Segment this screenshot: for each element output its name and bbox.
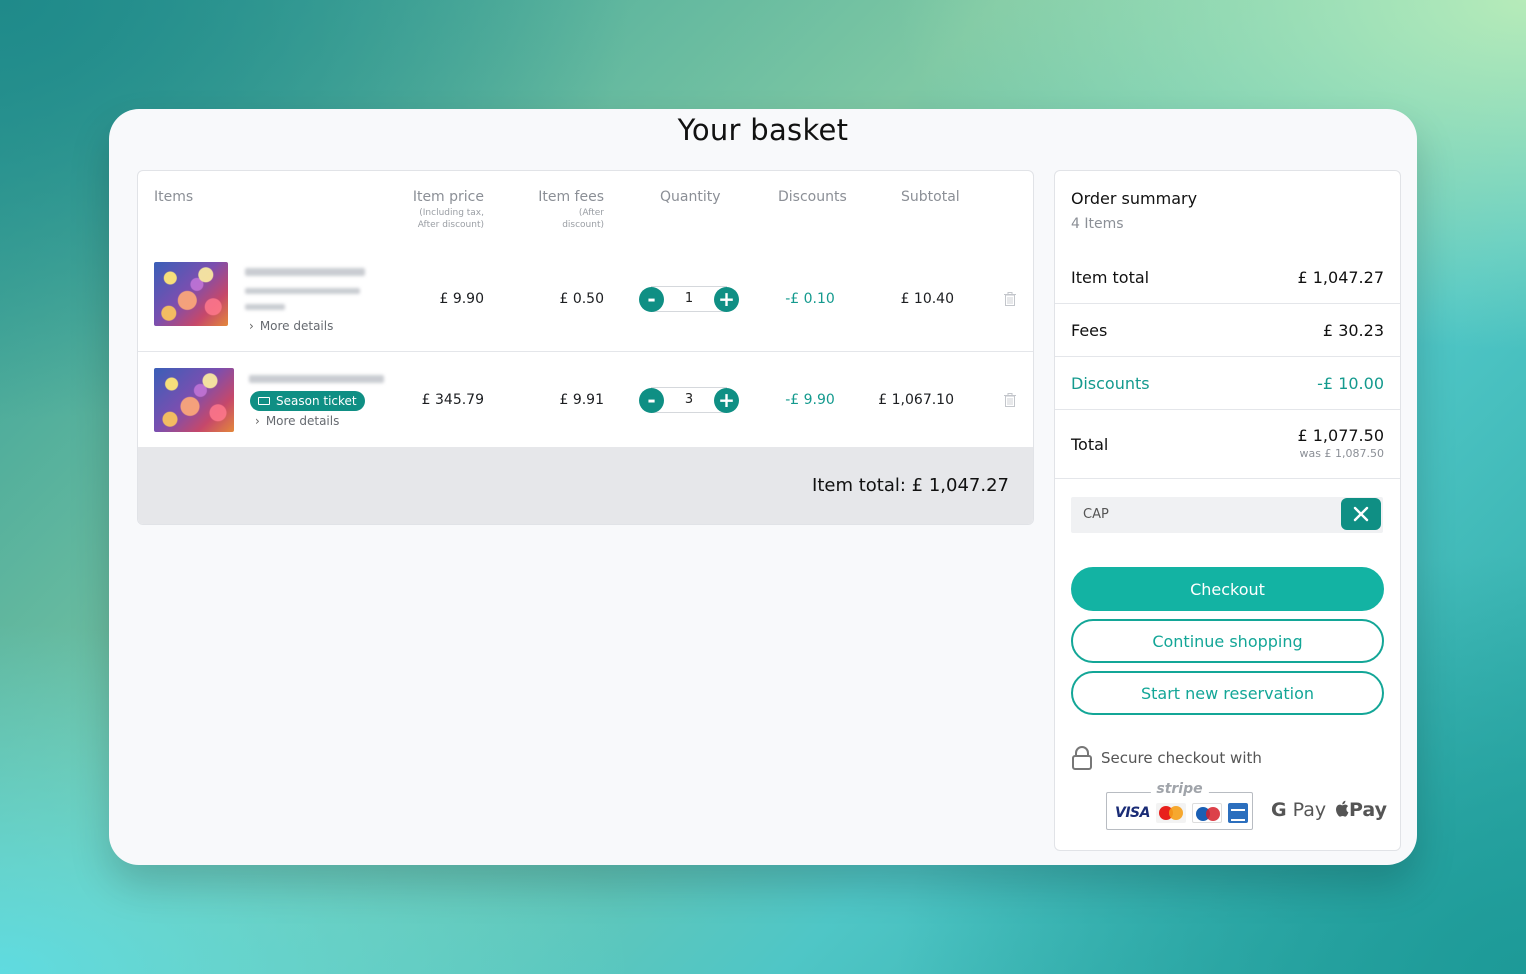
more-details-link[interactable]: › More details <box>249 319 333 333</box>
fees-label: Fees <box>1071 321 1108 340</box>
ticket-icon <box>258 397 270 405</box>
coupon-code: CAP <box>1083 507 1109 522</box>
item-subtotal: £ 10.40 <box>900 291 954 307</box>
fees-value: £ 30.23 <box>1322 321 1384 340</box>
start-new-reservation-button[interactable]: Start new reservation <box>1071 671 1384 715</box>
item-discount: -£ 9.90 <box>785 392 835 408</box>
apple-pay-logo: Pay <box>1335 799 1387 821</box>
header-items: Items <box>154 189 194 205</box>
amex-logo <box>1227 803 1248 823</box>
quantity-stepper: - 1 + <box>639 286 739 312</box>
item-price: £ 345.79 <box>421 392 484 408</box>
item-fees: £ 0.50 <box>559 291 604 307</box>
items-table: Items Item price (Including tax, After d… <box>137 170 1034 525</box>
item-discount: -£ 0.10 <box>785 291 835 307</box>
order-summary: Order summary 4 Items Item total £ 1,047… <box>1054 170 1401 851</box>
header-item-fees: Item fees (After discount) <box>518 189 604 231</box>
order-item-count: 4 Items <box>1071 216 1124 232</box>
season-ticket-badge: Season ticket <box>250 391 365 411</box>
header-item-fees-sub: (After discount) <box>562 208 604 230</box>
total-was-value: was £ 1,087.50 <box>1299 447 1384 460</box>
item-desc-redacted <box>245 288 360 294</box>
total-label: Total <box>1071 435 1109 454</box>
total-value: £ 1,077.50 <box>1297 426 1384 445</box>
stripe-badge: stripe VISA <box>1106 781 1253 830</box>
lock-icon <box>1072 746 1092 770</box>
apple-icon <box>1336 800 1349 817</box>
continue-shopping-button[interactable]: Continue shopping <box>1071 619 1384 663</box>
summary-row-total: Total £ 1,077.50 was £ 1,087.50 <box>1055 409 1400 479</box>
increase-quantity-button[interactable]: + <box>714 286 739 312</box>
coupon-field[interactable]: CAP <box>1071 497 1383 533</box>
increase-quantity-button[interactable]: + <box>714 387 739 413</box>
item-total-label: Item total <box>1071 268 1150 287</box>
item-subtotal: £ 1,067.10 <box>878 392 954 408</box>
quantity-stepper: - 3 + <box>639 387 739 413</box>
header-item-price-sub: (Including tax, After discount) <box>417 208 484 230</box>
item-total-value: £ 1,047.27 <box>1297 268 1384 287</box>
secure-checkout-text: Secure checkout with <box>1101 749 1262 767</box>
summary-row-item-total: Item total £ 1,047.27 <box>1055 251 1400 304</box>
maestro-logo <box>1191 803 1222 823</box>
google-pay-logo: G Pay <box>1271 799 1327 821</box>
discounts-label: Discounts <box>1071 374 1150 393</box>
table-row: › More details £ 9.90 £ 0.50 - 1 + -£ 0.1… <box>138 251 1033 352</box>
items-footer-total: Item total: £ 1,047.27 <box>812 475 1009 496</box>
table-row: Season ticket › More details £ 345.79 £ 9… <box>138 352 1033 449</box>
clear-coupon-button[interactable] <box>1341 498 1381 530</box>
item-fees: £ 9.91 <box>559 392 604 408</box>
decrease-quantity-button[interactable]: - <box>639 286 664 312</box>
chevron-right-icon: › <box>255 414 260 428</box>
item-title-redacted <box>245 268 365 276</box>
header-item-price: Item price (Including tax, After discoun… <box>398 189 484 231</box>
item-thumbnail[interactable] <box>154 262 228 326</box>
trash-icon[interactable] <box>1004 292 1016 306</box>
header-subtotal: Subtotal <box>901 189 960 205</box>
discounts-value: -£ 10.00 <box>1317 374 1384 393</box>
more-details-link[interactable]: › More details <box>255 414 339 428</box>
summary-row-discounts: Discounts -£ 10.00 <box>1055 356 1400 409</box>
item-title-redacted <box>249 375 384 383</box>
summary-row-fees: Fees £ 30.23 <box>1055 303 1400 356</box>
item-thumbnail[interactable] <box>154 368 234 432</box>
visa-logo: VISA <box>1115 805 1150 821</box>
trash-icon[interactable] <box>1004 393 1016 407</box>
page-title: Your basket <box>677 113 849 147</box>
secure-checkout: Secure checkout with <box>1071 746 1262 770</box>
header-quantity: Quantity <box>660 189 721 205</box>
item-price: £ 9.90 <box>439 291 484 307</box>
basket-card: Your basket Items Item price (Including … <box>109 109 1417 865</box>
mastercard-logo <box>1155 803 1186 823</box>
close-icon <box>1353 506 1369 522</box>
chevron-right-icon: › <box>249 319 254 333</box>
stripe-logo: stripe <box>1150 781 1209 797</box>
item-desc-redacted <box>245 304 285 310</box>
checkout-button[interactable]: Checkout <box>1071 567 1384 611</box>
header-discounts: Discounts <box>778 189 847 205</box>
items-footer: Item total: £ 1,047.27 <box>138 447 1033 524</box>
order-summary-title: Order summary <box>1071 189 1198 208</box>
decrease-quantity-button[interactable]: - <box>639 387 664 413</box>
